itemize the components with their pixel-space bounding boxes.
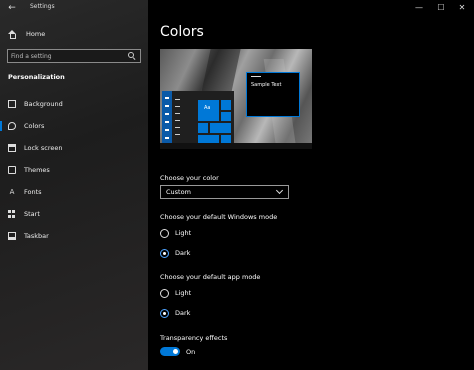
sidebar-item-fonts[interactable]: A Fonts	[0, 184, 148, 200]
sidebar-item-start[interactable]: Start	[0, 206, 148, 222]
choose-color-dropdown[interactable]: Custom	[160, 185, 289, 199]
chevron-down-icon	[275, 186, 284, 195]
app-mode-light-radio[interactable]: Light	[160, 288, 191, 298]
transparency-label: Transparency effects	[160, 334, 228, 342]
sidebar: Home Personalization Background Colors L…	[0, 0, 148, 370]
toggle-state-label: On	[186, 347, 196, 356]
search-icon[interactable]	[128, 52, 136, 60]
windows-mode-label: Choose your default Windows mode	[160, 213, 278, 221]
sidebar-item-label: Colors	[24, 122, 45, 130]
home-link[interactable]: Home	[8, 28, 45, 40]
radio-circle[interactable]	[160, 288, 169, 298]
font-icon: A	[9, 188, 15, 196]
page-title: Colors	[160, 24, 204, 40]
brush-icon	[8, 166, 16, 174]
home-icon	[8, 29, 17, 39]
sidebar-item-label: Themes	[24, 166, 50, 174]
back-arrow-icon[interactable]: ←	[6, 2, 18, 14]
windows-mode-dark-radio[interactable]: Dark	[160, 248, 190, 258]
preview-taskbar	[160, 143, 312, 149]
sidebar-item-label: Taskbar	[24, 232, 49, 240]
title-bar: ← Settings — ☐ ✕	[0, 0, 474, 16]
sidebar-item-background[interactable]: Background	[0, 96, 148, 112]
preview-start-menu: Aa	[162, 91, 234, 149]
transparency-toggle[interactable]	[160, 347, 180, 356]
windows-mode-light-radio[interactable]: Light	[160, 228, 191, 238]
start-grid-icon	[8, 210, 16, 218]
close-icon[interactable]: ✕	[456, 2, 468, 14]
search-box[interactable]	[7, 49, 141, 63]
radio-circle[interactable]	[160, 228, 169, 238]
image-icon	[8, 100, 16, 108]
selection-indicator	[0, 121, 2, 131]
sidebar-item-label: Start	[24, 210, 40, 218]
sidebar-item-lock-screen[interactable]: Lock screen	[0, 140, 148, 156]
sidebar-item-colors[interactable]: Colors	[0, 118, 148, 134]
preview-tile-label: Aa	[204, 105, 211, 111]
home-label: Home	[26, 30, 46, 38]
lock-screen-icon	[8, 144, 16, 152]
app-title: Settings	[30, 3, 55, 10]
transparency-toggle-row[interactable]: On	[160, 347, 195, 356]
radio-label: Light	[175, 229, 192, 237]
sidebar-item-label: Fonts	[24, 188, 42, 196]
radio-label: Light	[175, 289, 192, 297]
main-content: Colors Aa Sample Text Choose your color	[148, 0, 474, 370]
sidebar-item-themes[interactable]: Themes	[0, 162, 148, 178]
palette-icon	[8, 122, 16, 130]
radio-label: Dark	[175, 249, 191, 257]
maximize-icon[interactable]: ☐	[435, 2, 447, 14]
radio-label: Dark	[175, 309, 191, 317]
app-mode-label: Choose your default app mode	[160, 273, 261, 281]
sidebar-item-label: Lock screen	[24, 144, 63, 152]
preview-window: Sample Text	[246, 72, 300, 117]
minimize-icon[interactable]: —	[413, 2, 425, 14]
radio-circle[interactable]	[160, 308, 169, 318]
dropdown-value: Custom	[166, 188, 191, 196]
preview-sample-text: Sample Text	[251, 82, 282, 88]
sidebar-item-label: Background	[24, 100, 63, 108]
taskbar-icon	[8, 232, 16, 240]
choose-color-label: Choose your color	[160, 174, 219, 182]
section-title: Personalization	[8, 73, 65, 81]
radio-circle[interactable]	[160, 248, 169, 258]
color-preview: Aa Sample Text	[160, 49, 312, 149]
app-mode-dark-radio[interactable]: Dark	[160, 308, 190, 318]
sidebar-item-taskbar[interactable]: Taskbar	[0, 228, 148, 244]
search-input[interactable]	[11, 51, 121, 61]
